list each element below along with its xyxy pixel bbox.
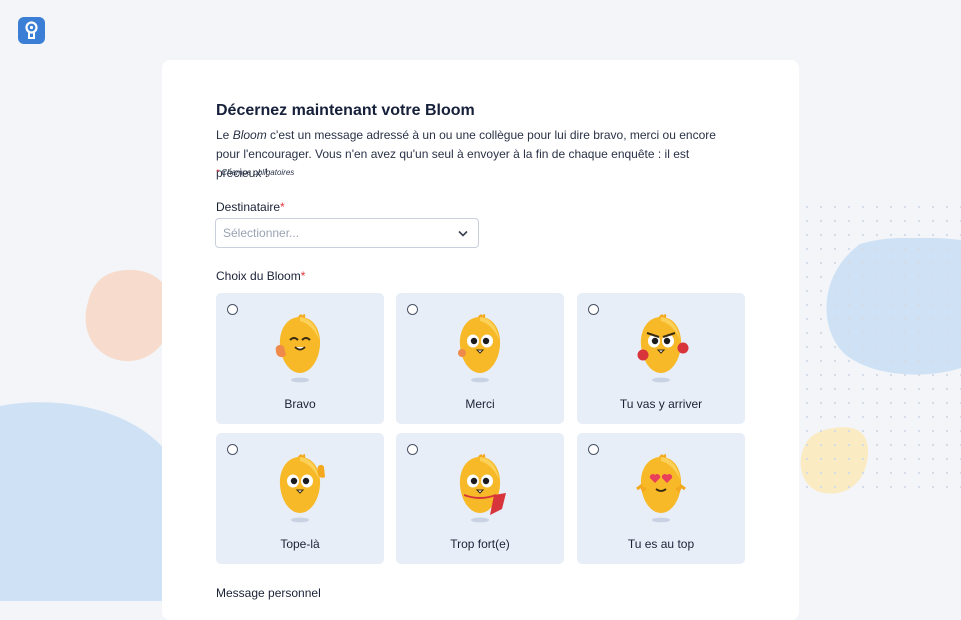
bloom-mascot-bravo-icon [270,311,330,385]
app-logo[interactable] [18,17,45,44]
recipient-label: Destinataire* [216,200,285,214]
bloom-mascot-hearts-icon [631,451,691,525]
recipient-placeholder: Sélectionner... [223,226,300,240]
bloom-option-cape[interactable]: Trop fort(e) [396,433,564,564]
recipient-select[interactable]: Sélectionner... [215,218,479,248]
bloom-mascot-merci-icon [450,311,510,385]
bloom-option-radio[interactable] [227,444,238,455]
bloom-choice-label: Choix du Bloom* [216,269,306,283]
required-fields-note: * Champs obligatoires [216,168,295,177]
bloom-option-merci[interactable]: Merci [396,293,564,424]
bloom-option-gloves[interactable]: Tu vas y arriver [577,293,745,424]
bloom-emphasis: Bloom [232,128,267,142]
bloom-option-label: Trop fort(e) [450,537,510,551]
personal-message-label: Message personnel [216,586,321,600]
bloom-logo-icon [25,21,38,39]
bloom-form-card: Décernez maintenant votre Bloom Le Bloom… [162,60,799,620]
background-blob-peach [85,269,173,362]
bloom-mascot-cape-icon [450,451,510,525]
background-dots-pattern [800,200,961,500]
bloom-option-label: Tope-là [280,537,320,551]
bloom-option-bravo[interactable]: Bravo [216,293,384,424]
bloom-option-highfive[interactable]: Tope-là [216,433,384,564]
bloom-option-radio[interactable] [227,304,238,315]
bloom-mascot-gloves-icon [631,311,691,385]
bloom-option-label: Tu es au top [627,537,695,551]
bloom-mascot-highfive-icon [270,451,330,525]
bloom-option-radio[interactable] [407,444,418,455]
page-title: Décernez maintenant votre Bloom [216,102,475,119]
bloom-option-label: Bravo [284,397,316,411]
bloom-option-hearts[interactable]: Tu es au top [577,433,745,564]
chevron-down-icon [458,230,468,237]
bloom-option-radio[interactable] [588,444,599,455]
bloom-option-label: Merci [465,397,495,411]
bloom-option-radio[interactable] [588,304,599,315]
background-blob-blue-left [0,402,178,601]
bloom-option-label: Tu vas y arriver [619,397,703,411]
bloom-option-radio[interactable] [407,304,418,315]
